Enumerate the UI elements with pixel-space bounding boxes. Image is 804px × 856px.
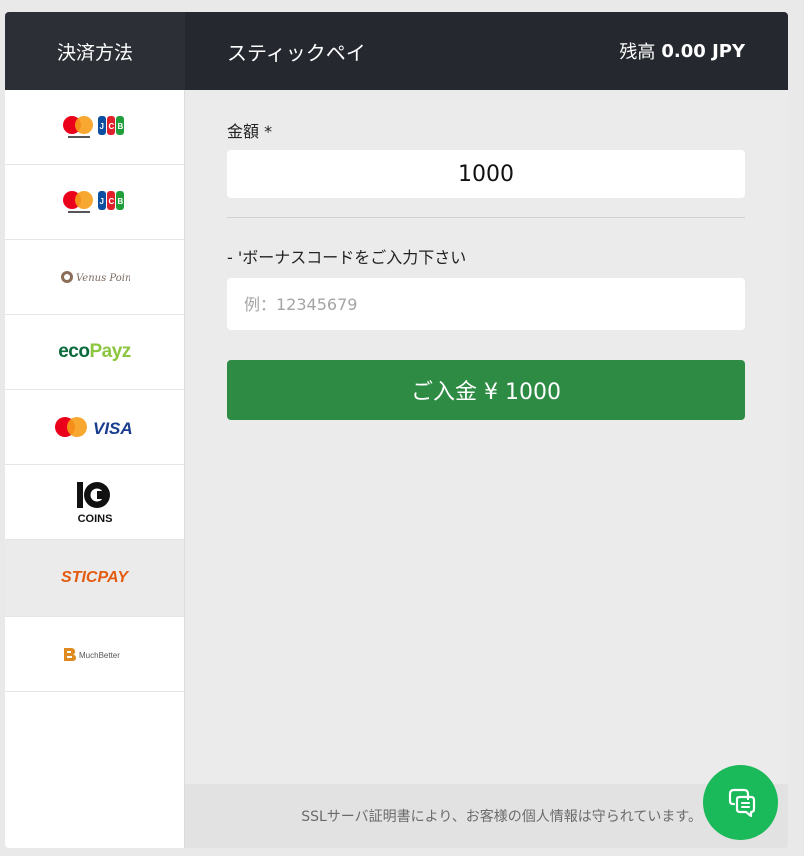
svg-text:B: B <box>117 122 123 131</box>
divider <box>227 217 745 218</box>
main-header: スティックペイ 残高 0.00 JPY <box>185 12 788 90</box>
svg-text:C: C <box>108 197 114 206</box>
payment-method-list: J C B J C B Venus Point ecoPayz VISA COI… <box>5 90 185 848</box>
muchbetter-text: MuchBetter <box>79 651 120 660</box>
payment-method-sticpay[interactable]: STICPAY <box>5 540 184 617</box>
sidebar-title: 決済方法 <box>56 41 133 64</box>
svg-text:B: B <box>117 197 123 206</box>
sidebar-header: 決済方法 <box>5 12 185 90</box>
chat-button[interactable] <box>703 765 778 840</box>
payment-method-10-coins[interactable]: COINS <box>5 465 184 540</box>
svg-text:J: J <box>99 197 103 206</box>
deposit-button[interactable]: ご入金 ¥ 1000 <box>227 360 745 420</box>
ecopayz-logo-payz: Payz <box>89 341 131 362</box>
balance-value: 0.00 JPY <box>661 40 745 62</box>
svg-text:C: C <box>108 122 114 131</box>
venus-point-text: Venus Point <box>76 273 130 284</box>
method-title: スティックペイ <box>227 40 366 65</box>
payment-method-mastercard-jcb-2[interactable]: J C B <box>5 165 184 240</box>
payment-method-mastercard-jcb[interactable]: J C B <box>5 90 184 165</box>
bonus-code-label: - 'ボーナスコードをご入力下さい <box>227 248 467 267</box>
venus-point-logo: Venus Point <box>60 271 130 284</box>
ssl-footer: SSLサーバ証明書により、お客様の個人情報は守られています。 <box>185 784 788 848</box>
10-coins-logo: COINS <box>76 482 112 525</box>
deposit-form: 金額 * - 'ボーナスコードをご入力下さい ご入金 ¥ 1000 SSLサーバ… <box>185 90 788 848</box>
payment-method-ecopayz[interactable]: ecoPayz <box>5 315 184 390</box>
balance-label: 残高 <box>619 42 656 63</box>
ecopayz-logo-eco: eco <box>58 341 90 362</box>
muchbetter-logo: MuchBetter <box>63 648 120 661</box>
payment-panel: 決済方法 スティックペイ 残高 0.00 JPY J C B J C B Ven… <box>5 12 788 848</box>
balance-display: 残高 0.00 JPY <box>619 12 745 90</box>
ecopayz-logo: ecoPayz <box>58 341 131 363</box>
payment-method-venus-point[interactable]: Venus Point <box>5 240 184 315</box>
bonus-code-input[interactable] <box>227 278 745 330</box>
payment-method-muchbetter[interactable]: MuchBetter <box>5 617 184 692</box>
svg-text:J: J <box>99 122 103 131</box>
coins-text: COINS <box>77 513 112 525</box>
payment-method-mastercard-visa[interactable]: VISA <box>5 390 184 465</box>
amount-label: 金額 * <box>227 122 273 141</box>
chat-bubbles-icon <box>728 788 755 817</box>
mastercard-jcb-logo: J C B <box>62 191 124 213</box>
sticpay-logo: STICPAY <box>61 569 128 586</box>
mastercard-visa-logo: VISA <box>54 417 133 438</box>
mastercard-jcb-logo: J C B <box>62 116 124 138</box>
ssl-notice: SSLサーバ証明書により、お客様の個人情報は守られています。 <box>301 809 702 825</box>
amount-input[interactable] <box>227 150 745 198</box>
visa-text: VISA <box>93 419 133 438</box>
